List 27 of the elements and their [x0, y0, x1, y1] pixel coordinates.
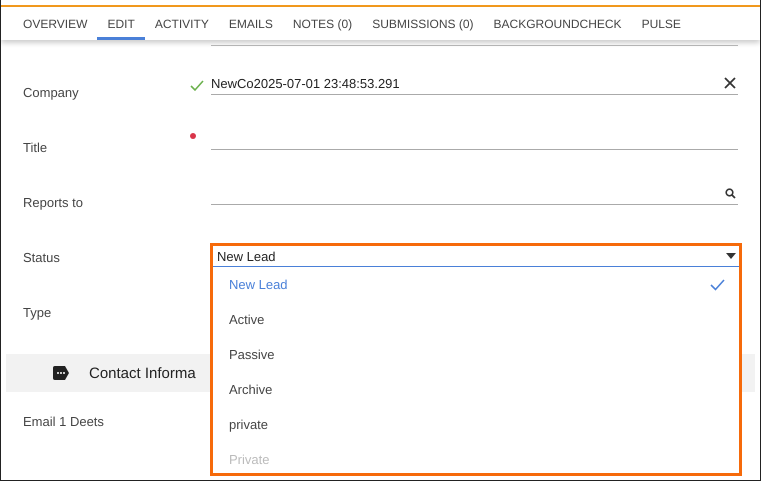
- tab[interactable]: NOTES (0): [282, 10, 362, 40]
- tab[interactable]: SUBMISSIONS (0): [362, 10, 484, 40]
- field-label: Company: [22, 85, 80, 100]
- tab[interactable]: PULSE: [632, 10, 691, 40]
- search-icon[interactable]: [725, 188, 736, 198]
- status-select[interactable]: New Lead: [213, 246, 739, 267]
- dropdown-option[interactable]: Archive: [213, 372, 739, 407]
- tab[interactable]: EDIT: [97, 10, 145, 40]
- close-icon[interactable]: [724, 77, 736, 89]
- field-label: Type: [22, 305, 52, 320]
- caret-icon: [726, 253, 736, 259]
- field-label: Status: [22, 250, 61, 265]
- field-label: Email 1 Deets: [22, 414, 105, 429]
- tab[interactable]: ACTIVITY: [144, 10, 219, 40]
- dropdown-option[interactable]: New Lead: [213, 267, 739, 302]
- dropdown-option[interactable]: private: [213, 407, 739, 442]
- field-label: Title: [22, 140, 48, 155]
- dropdown-option[interactable]: Active: [213, 302, 739, 337]
- field-label: Reports to: [22, 195, 84, 210]
- chat-icon: [52, 366, 70, 380]
- tab[interactable]: EMAILS: [218, 10, 283, 40]
- tab[interactable]: OVERVIEW: [13, 10, 98, 40]
- input-field[interactable]: NewCo2025-07-01 23:48:53.291: [211, 72, 738, 95]
- section-title: Contact Informa: [89, 364, 196, 382]
- check-icon: [710, 278, 725, 290]
- dropdown-option[interactable]: Passive: [213, 337, 739, 372]
- tab[interactable]: BACKGROUNDCHECK: [484, 10, 632, 40]
